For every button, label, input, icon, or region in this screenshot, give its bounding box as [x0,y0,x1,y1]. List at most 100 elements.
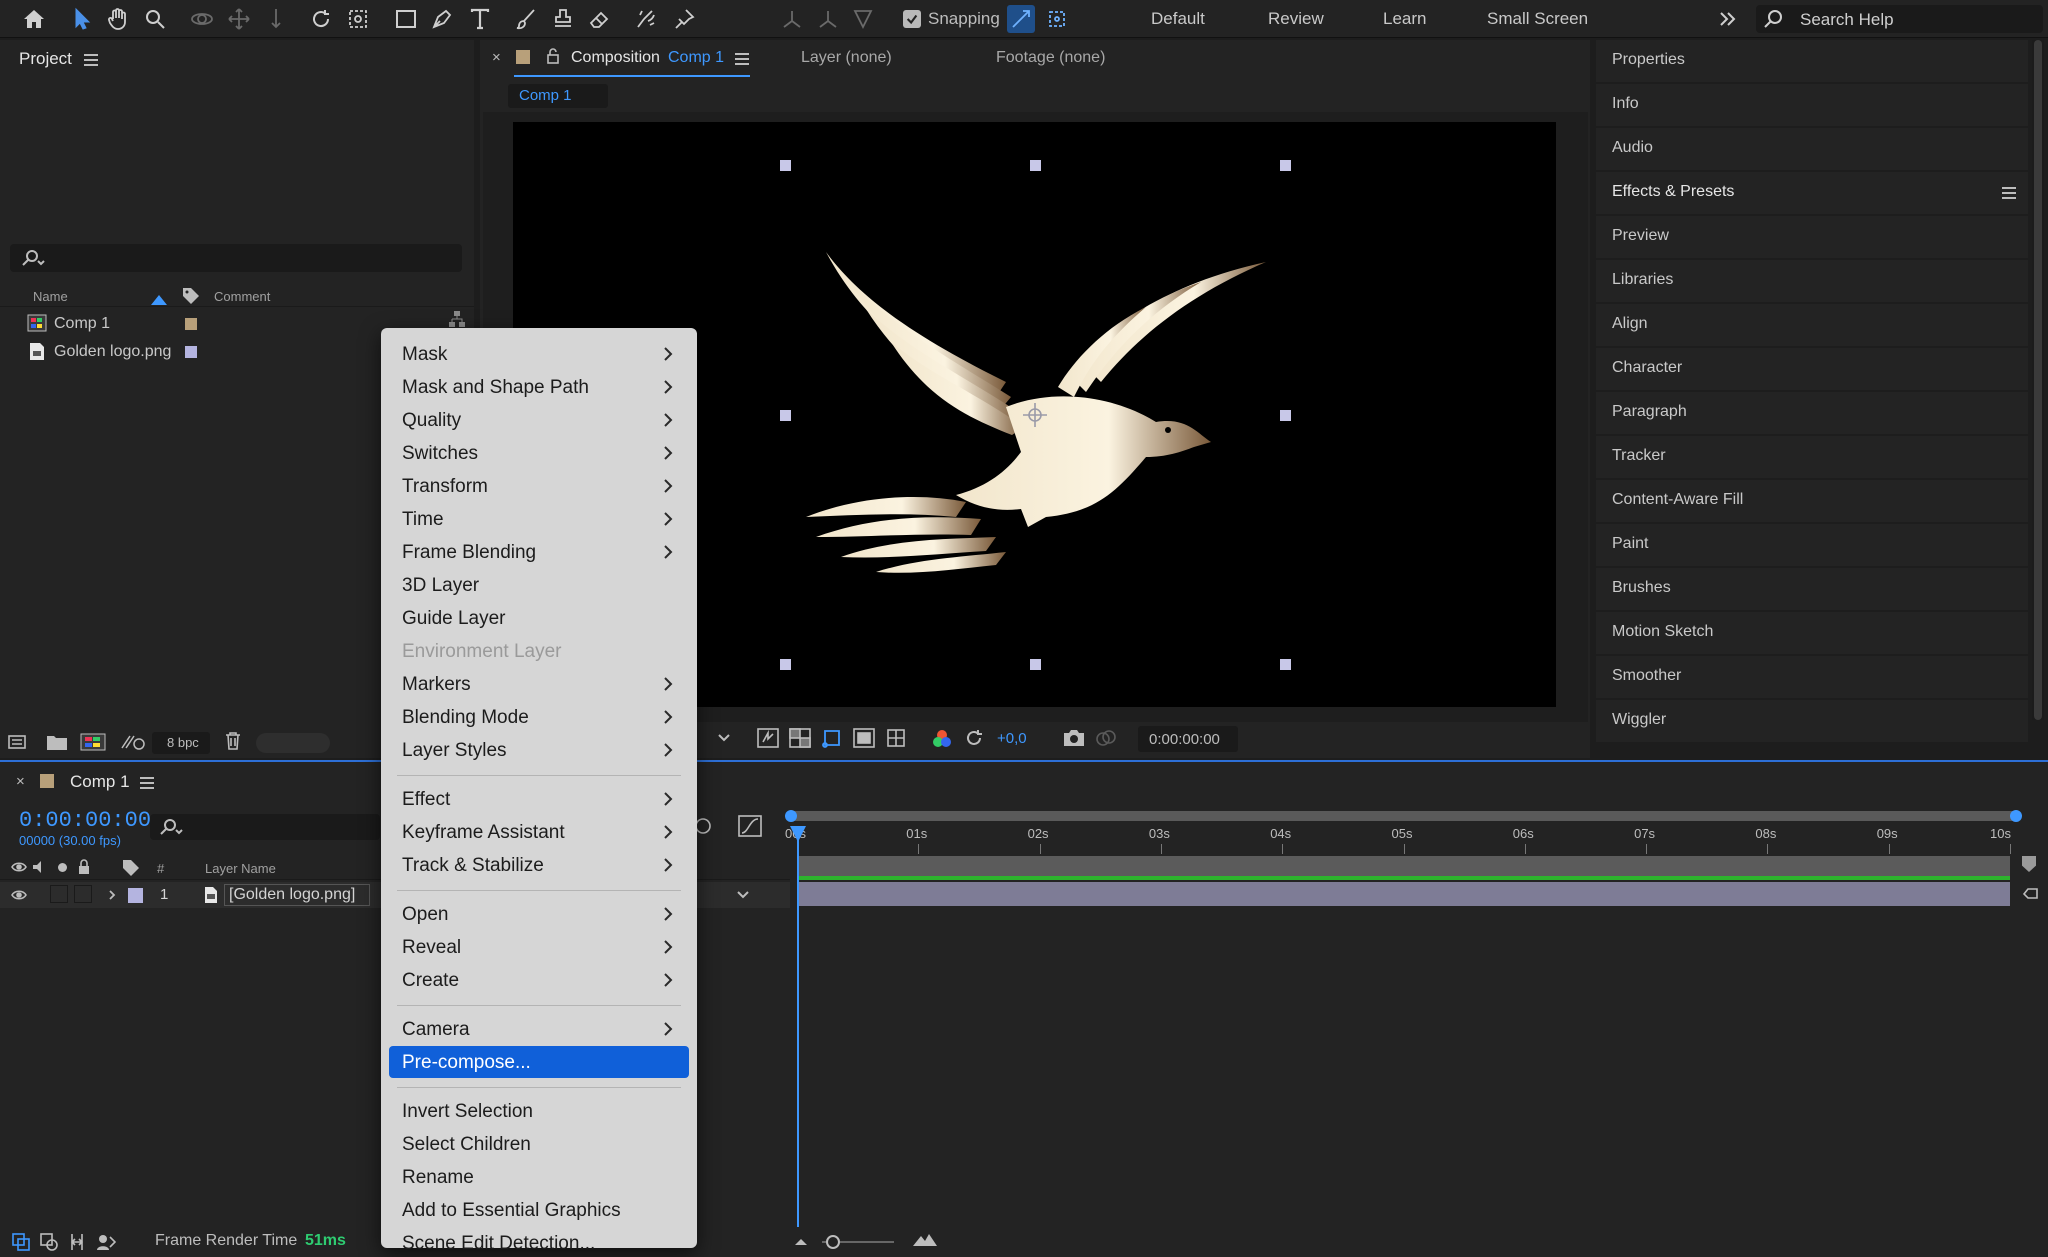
workspace-learn[interactable]: Learn [1383,9,1426,29]
layer-switches-icon[interactable] [12,1233,30,1251]
chevron-down-icon[interactable] [736,890,750,900]
menu-item-add-to-essential-graphics[interactable]: Add to Essential Graphics [389,1194,689,1226]
panel-paragraph[interactable]: Paragraph [1596,392,2028,434]
menu-item-3d-layer[interactable]: 3D Layer [389,569,689,601]
column-comment[interactable]: Comment [214,289,270,304]
transform-handle[interactable] [1280,410,1291,421]
trash-icon[interactable] [224,731,242,751]
layer-duration-bar[interactable] [798,882,2010,906]
menu-item-track-stabilize[interactable]: Track & Stabilize [389,849,689,881]
menu-item-time[interactable]: Time [389,503,689,535]
lock-icon[interactable] [546,48,560,64]
menu-item-select-children[interactable]: Select Children [389,1128,689,1160]
chevron-down-icon[interactable] [717,733,731,743]
snap-to-edges-icon[interactable] [1007,5,1035,33]
layer-tab[interactable]: Layer (none) [801,49,892,67]
comment-icon[interactable] [2022,886,2042,904]
menu-item-open[interactable]: Open [389,898,689,930]
roto-brush-tool-icon[interactable] [632,5,660,33]
panel-paint[interactable]: Paint [1596,524,2028,566]
in-out-controls-icon[interactable] [68,1233,86,1251]
menu-item-markers[interactable]: Markers [389,668,689,700]
panel-smoother[interactable]: Smoother [1596,656,2028,698]
menu-item-transform[interactable]: Transform [389,470,689,502]
solo-toggle[interactable] [50,885,68,903]
fast-previews-icon[interactable] [757,728,779,748]
interpret-footage-icon[interactable] [8,733,32,751]
pen-tool-icon[interactable] [428,5,456,33]
panel-character[interactable]: Character [1596,348,2028,390]
menu-item-mask-and-shape-path[interactable]: Mask and Shape Path [389,371,689,403]
menu-item-camera[interactable]: Camera [389,1013,689,1045]
panel-content-aware-fill[interactable]: Content-Aware Fill [1596,480,2028,522]
orbit-camera-icon[interactable] [188,5,216,33]
clone-stamp-tool-icon[interactable] [549,5,577,33]
footage-tab[interactable]: Footage (none) [996,49,1105,67]
panel-info[interactable]: Info [1596,84,2028,126]
menu-item-frame-blending[interactable]: Frame Blending [389,536,689,568]
thumbnail-slider[interactable] [256,733,330,753]
menu-item-switches[interactable]: Switches [389,437,689,469]
zoom-in-icon[interactable] [912,1233,938,1247]
transform-handle[interactable] [780,160,791,171]
panel-wiggler[interactable]: Wiggler [1596,700,2028,742]
rotation-tool-icon[interactable] [307,5,335,33]
transform-handle[interactable] [1280,160,1291,171]
audio-icon[interactable] [32,860,48,874]
zoom-tool-icon[interactable] [141,5,169,33]
transform-handle[interactable] [780,410,791,421]
bit-depth-button[interactable]: 8 bpc [152,732,210,754]
menu-item-invert-selection[interactable]: Invert Selection [389,1095,689,1127]
transform-handle[interactable] [1030,659,1041,670]
solo-icon[interactable] [58,863,67,872]
workspace-review[interactable]: Review [1268,9,1324,29]
close-icon[interactable]: × [16,773,25,790]
composition-tab-prefix[interactable]: Composition [571,49,660,67]
grid-guides-icon[interactable] [885,727,907,749]
home-icon[interactable] [20,5,48,33]
transfer-controls-icon[interactable] [40,1233,58,1251]
double-chevron-right-icon[interactable] [1713,5,1741,33]
transparency-grid-icon[interactable] [789,728,811,748]
work-area-end-handle[interactable] [2010,810,2022,822]
comp-navigator-tab[interactable]: Comp 1 [508,84,608,108]
menu-item-blending-mode[interactable]: Blending Mode [389,701,689,733]
layer-label-swatch[interactable] [128,888,143,903]
panel-menu-icon[interactable] [140,777,154,789]
label-color-swatch[interactable] [185,318,197,330]
current-time-field[interactable]: 0:00:00:00 [1138,726,1238,752]
composition-tab-name[interactable]: Comp 1 [668,49,724,67]
menu-item-effect[interactable]: Effect [389,783,689,815]
new-folder-icon[interactable] [46,733,68,751]
snap-to-features-icon[interactable] [1043,5,1071,33]
puppet-pin-tool-icon[interactable] [670,5,698,33]
zoom-slider-thumb[interactable] [826,1235,840,1249]
panel-preview[interactable]: Preview [1596,216,2028,258]
playhead-line[interactable] [797,828,799,1228]
render-time-icon[interactable] [96,1233,116,1251]
graph-editor-icon[interactable] [738,815,762,837]
snapping-checkbox[interactable] [903,10,921,28]
transform-handle[interactable] [780,659,791,670]
panel-audio[interactable]: Audio [1596,128,2028,170]
lock-icon[interactable] [77,859,91,875]
eraser-tool-icon[interactable] [586,5,614,33]
panel-brushes[interactable]: Brushes [1596,568,2028,610]
menu-item-guide-layer[interactable]: Guide Layer [389,602,689,634]
new-composition-icon[interactable] [80,733,106,751]
close-icon[interactable]: × [492,49,501,66]
project-settings-icon[interactable] [120,733,146,751]
timeline-timecode[interactable]: 0:00:00:00 [19,808,151,833]
mask-visibility-icon[interactable] [821,727,843,749]
eye-icon[interactable] [11,889,27,901]
work-area-bar[interactable] [790,811,2020,821]
timeline-body[interactable] [0,910,2048,1230]
work-area-start-handle[interactable] [785,810,797,822]
menu-item-scene-edit-detection[interactable]: Scene Edit Detection... [389,1227,689,1257]
rgb-channels-icon[interactable] [932,729,952,749]
panel-effects-presets[interactable]: Effects & Presets [1596,172,2028,214]
label-tag-icon[interactable] [122,859,140,877]
panel-motion-sketch[interactable]: Motion Sketch [1596,612,2028,654]
menu-item-create[interactable]: Create [389,964,689,996]
project-search-input[interactable] [10,244,462,272]
